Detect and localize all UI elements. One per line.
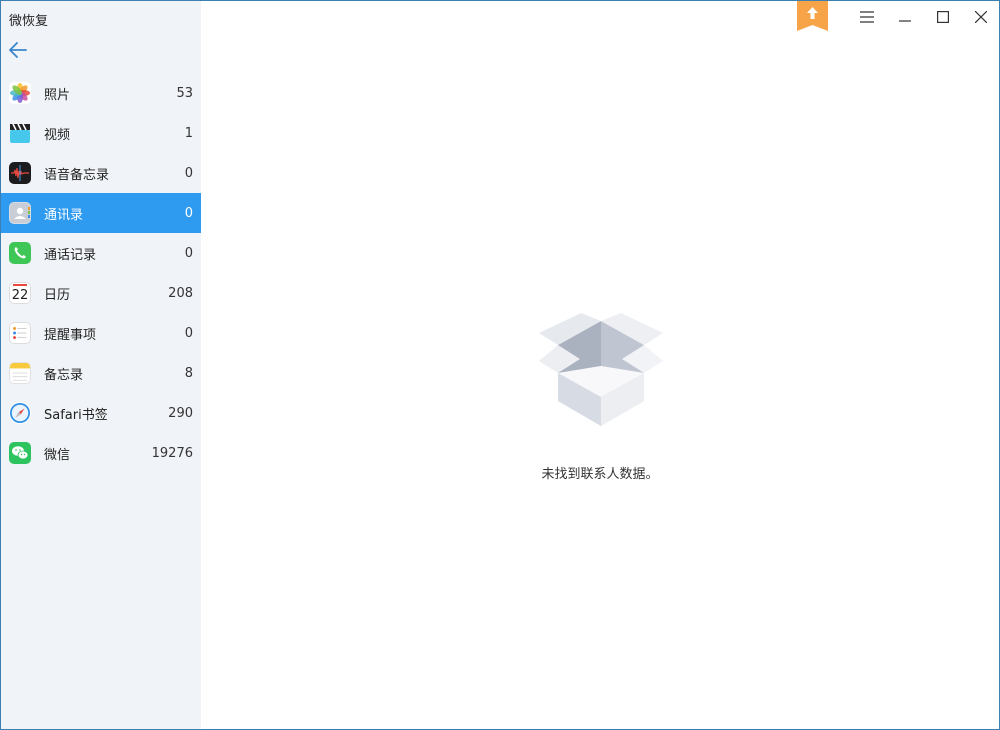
main-panel: 未找到联系人数据。: [201, 1, 999, 729]
arrow-left-icon: [9, 42, 27, 58]
hamburger-icon: [860, 11, 874, 23]
app-title: 微恢复: [9, 14, 49, 29]
sidebar-item-count: 8: [184, 365, 193, 381]
maximize-button[interactable]: [931, 5, 955, 29]
contacts-icon: [9, 202, 31, 224]
empty-state-message: 未找到联系人数据。: [541, 467, 659, 482]
sidebar-item-count: 19276: [151, 445, 193, 461]
sidebar-item-notes[interactable]: 备忘录 8: [1, 353, 201, 393]
close-button[interactable]: [969, 5, 993, 29]
sidebar-item-contacts[interactable]: 通讯录 0: [1, 193, 201, 233]
maximize-icon: [937, 11, 949, 23]
close-icon: [975, 11, 987, 23]
sidebar-item-call-history[interactable]: 通话记录 0: [1, 233, 201, 273]
reminders-icon: [9, 322, 31, 344]
minimize-button[interactable]: [893, 5, 917, 29]
voice-memo-icon: [9, 162, 31, 184]
sidebar-item-count: 0: [184, 165, 193, 181]
sidebar-item-wechat[interactable]: 微信 19276: [1, 433, 201, 473]
sidebar-item-reminders[interactable]: 提醒事项 0: [1, 313, 201, 353]
sidebar-item-label: 照片: [44, 87, 71, 103]
photos-icon: [9, 82, 31, 104]
sidebar-item-count: 290: [168, 405, 193, 421]
sidebar-item-photos[interactable]: 照片 53: [1, 73, 201, 113]
minimize-icon: [899, 20, 911, 22]
menu-button[interactable]: [855, 5, 879, 29]
sidebar-item-count: 208: [168, 285, 193, 301]
sidebar-item-calendar[interactable]: 22 日历 208: [1, 273, 201, 313]
wechat-icon: [9, 442, 31, 464]
sidebar-item-count: 0: [184, 325, 193, 341]
app-window: 微恢复 照片 53 视频 1 语音备忘录 0 通讯录 0 通话记录 0 22 日…: [0, 0, 1000, 730]
empty-box-icon: [539, 313, 663, 426]
sidebar-item-count: 1: [184, 125, 193, 141]
sidebar-item-safari-bookmarks[interactable]: Safari书签 290: [1, 393, 201, 433]
sidebar-item-voice-memos[interactable]: 语音备忘录 0: [1, 153, 201, 193]
sidebar-item-label: 语音备忘录: [44, 167, 110, 183]
sidebar-item-label: 提醒事项: [44, 327, 97, 343]
sidebar-item-count: 0: [184, 245, 193, 261]
category-list: 照片 53 视频 1 语音备忘录 0 通讯录 0 通话记录 0 22 日历 20…: [1, 73, 201, 473]
sidebar-item-label: Safari书签: [44, 407, 108, 423]
sidebar: 微恢复 照片 53 视频 1 语音备忘录 0 通讯录 0 通话记录 0 22 日…: [1, 1, 201, 729]
sidebar-item-label: 微信: [44, 447, 71, 463]
sidebar-item-label: 日历: [44, 287, 71, 303]
sidebar-item-count: 0: [184, 205, 193, 221]
sidebar-item-count: 53: [176, 85, 193, 101]
sidebar-item-label: 通话记录: [44, 247, 97, 263]
safari-icon: [9, 402, 31, 424]
upgrade-badge-icon[interactable]: [797, 1, 828, 31]
calendar-icon: 22: [9, 282, 31, 304]
back-button[interactable]: [7, 39, 29, 61]
sidebar-item-label: 视频: [44, 127, 71, 143]
video-clapper-icon: [9, 122, 31, 144]
phone-icon: [9, 242, 31, 264]
notes-icon: [9, 362, 31, 384]
sidebar-item-label: 备忘录: [44, 367, 84, 383]
sidebar-item-label: 通讯录: [44, 207, 84, 223]
sidebar-item-videos[interactable]: 视频 1: [1, 113, 201, 153]
